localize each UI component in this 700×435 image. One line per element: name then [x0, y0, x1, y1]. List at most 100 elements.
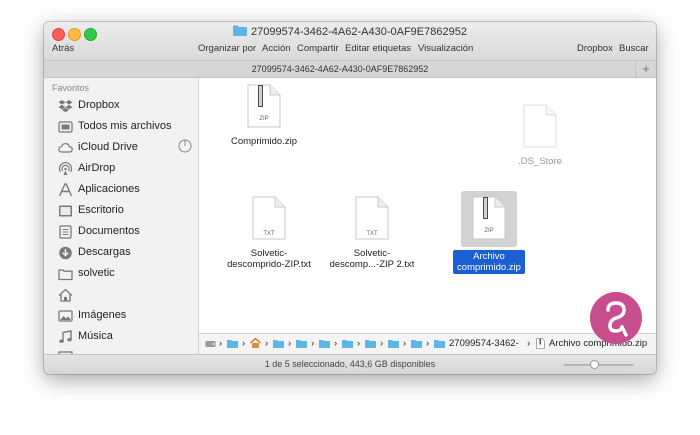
progress-indicator-icon — [178, 139, 192, 153]
sidebar-item-label: Imágenes — [78, 309, 127, 321]
sidebar-item-label: Descargas — [78, 246, 131, 258]
tab-bar: 27099574-3462-4A62-A430-0AF9E7862952 + — [44, 60, 656, 78]
home-icon[interactable] — [250, 338, 261, 348]
path-separator: › — [426, 338, 430, 349]
sidebar-item-documents[interactable]: Documentos — [58, 222, 198, 242]
sidebar-item-label: AirDrop — [78, 162, 116, 174]
airdrop-icon — [58, 162, 73, 175]
music-icon — [59, 330, 72, 343]
dropbox-button[interactable]: Dropbox — [577, 43, 613, 54]
finder-window: 27099574-3462-4A62-A430-0AF9E7862952 Atr… — [44, 22, 656, 374]
sidebar-item-label: Música — [78, 330, 113, 342]
sidebar-item-airdrop[interactable]: AirDrop — [58, 159, 198, 179]
file-type-label: ZIP — [259, 116, 268, 122]
sidebar-item-pictures[interactable]: Imágenes — [58, 306, 198, 326]
path-separator: › — [527, 338, 531, 349]
action-button[interactable]: Acción — [262, 43, 291, 54]
folder-icon[interactable] — [273, 339, 284, 348]
sidebar-item-home[interactable] — [58, 285, 198, 305]
icon-size-slider[interactable] — [564, 360, 634, 369]
sidebar-item-label: Aplicaciones — [78, 183, 140, 195]
path-folder-segment[interactable]: 27099574-3462- — [449, 338, 519, 349]
file-name: Solvetic-descomprido-ZIP.txt — [227, 248, 311, 270]
sidebar-item-label: iCloud Drive — [78, 141, 138, 153]
folder-icon[interactable] — [388, 339, 399, 348]
desktop-icon — [59, 205, 72, 217]
folder-icon — [233, 25, 248, 36]
folder-icon[interactable] — [296, 339, 307, 348]
downloads-icon — [59, 246, 72, 260]
file-name: Archivo comprimido.zip — [453, 250, 525, 274]
sidebar-item-applications[interactable]: Aplicaciones — [58, 180, 198, 200]
folder-icon[interactable] — [365, 339, 376, 348]
folder-icon[interactable] — [434, 339, 445, 348]
text-file-icon: TXT — [252, 196, 286, 240]
file-type-label: TXT — [366, 231, 378, 237]
sidebar-item-label: Documentos — [78, 225, 140, 237]
file-type-label: ZIP — [484, 228, 493, 234]
path-separator: › — [403, 338, 407, 349]
path-separator: › — [288, 338, 292, 349]
path-separator: › — [334, 338, 338, 349]
file-name: Comprimido.zip — [231, 136, 297, 147]
selection-highlight: ZIP — [461, 191, 517, 247]
slider-knob[interactable] — [590, 360, 599, 369]
sidebar-item-music[interactable]: Música — [58, 327, 198, 347]
sidebar-item-solvetic[interactable]: solvetic — [58, 264, 198, 284]
sidebar-item-dropbox[interactable]: Dropbox — [58, 96, 198, 116]
dropbox-icon — [58, 100, 73, 113]
applications-icon — [58, 183, 73, 197]
title-bar: 27099574-3462-4A62-A430-0AF9E7862952 Atr… — [44, 22, 656, 60]
document-icon — [523, 104, 557, 148]
home-icon — [58, 288, 73, 302]
status-bar: 1 de 5 seleccionado, 443,6 GB disponible… — [44, 354, 656, 374]
sidebar-item-label: Dropbox — [78, 99, 120, 111]
file-item[interactable]: .DS_Store — [485, 104, 595, 167]
zip-file-icon[interactable] — [536, 338, 545, 349]
back-button[interactable]: Atrás — [52, 43, 74, 54]
documents-icon — [59, 225, 72, 239]
tab-title[interactable]: 27099574-3462-4A62-A430-0AF9E7862952 — [44, 64, 636, 74]
all-files-icon — [58, 121, 73, 133]
zip-file-icon: ZIP — [472, 196, 506, 240]
window-title-text: 27099574-3462-4A62-A430-0AF9E7862952 — [251, 26, 467, 38]
path-separator: › — [380, 338, 384, 349]
file-name: .DS_Store — [518, 156, 562, 167]
sidebar-header: Favoritos — [52, 83, 90, 93]
zip-file-icon: ZIP — [247, 84, 281, 128]
text-file-icon: TXT — [355, 196, 389, 240]
search-button[interactable]: Buscar — [619, 43, 649, 54]
arrange-button[interactable]: Organizar por — [198, 43, 256, 54]
file-type-label: TXT — [263, 231, 275, 237]
file-item[interactable]: ZIP Comprimido.zip — [209, 84, 319, 147]
pictures-icon — [58, 310, 73, 322]
folder-icon[interactable] — [411, 339, 422, 348]
sidebar-item-icloud[interactable]: iCloud Drive — [58, 138, 198, 158]
folder-icon[interactable] — [319, 339, 330, 348]
file-item-selected[interactable]: ZIP Archivo comprimido.zip — [447, 191, 531, 275]
view-button[interactable]: Visualización — [418, 43, 473, 54]
path-separator: › — [311, 338, 315, 349]
disk-icon[interactable] — [205, 339, 216, 349]
folder-icon[interactable] — [342, 339, 353, 348]
sidebar-item-desktop[interactable]: Escritorio — [58, 201, 198, 221]
new-tab-button[interactable]: + — [635, 61, 656, 77]
sidebar-item-all-files[interactable]: Todos mis archivos — [58, 117, 198, 137]
window-title: 27099574-3462-4A62-A430-0AF9E7862952 — [44, 25, 656, 38]
sidebar-item-downloads[interactable]: Descargas — [58, 243, 198, 263]
sidebar: Favoritos Dropbox Todos mis archivos iCl… — [44, 78, 199, 356]
file-name: Solvetic-descomp...-ZIP 2.txt — [329, 248, 415, 270]
path-separator: › — [357, 338, 361, 349]
solvetic-logo-icon — [590, 292, 642, 344]
sidebar-item-label: Escritorio — [78, 204, 124, 216]
edit-tags-button[interactable]: Editar etiquetas — [345, 43, 411, 54]
folder-icon[interactable] — [227, 339, 238, 348]
file-item[interactable]: TXT Solvetic-descomprido-ZIP.txt — [214, 196, 324, 270]
sidebar-item-label: Todos mis archivos — [78, 120, 172, 132]
cloud-icon — [58, 142, 73, 153]
path-separator: › — [242, 338, 246, 349]
share-button[interactable]: Compartir — [297, 43, 339, 54]
file-item[interactable]: TXT Solvetic-descomp...-ZIP 2.txt — [317, 196, 427, 270]
path-separator: › — [219, 338, 223, 349]
path-separator: › — [265, 338, 269, 349]
